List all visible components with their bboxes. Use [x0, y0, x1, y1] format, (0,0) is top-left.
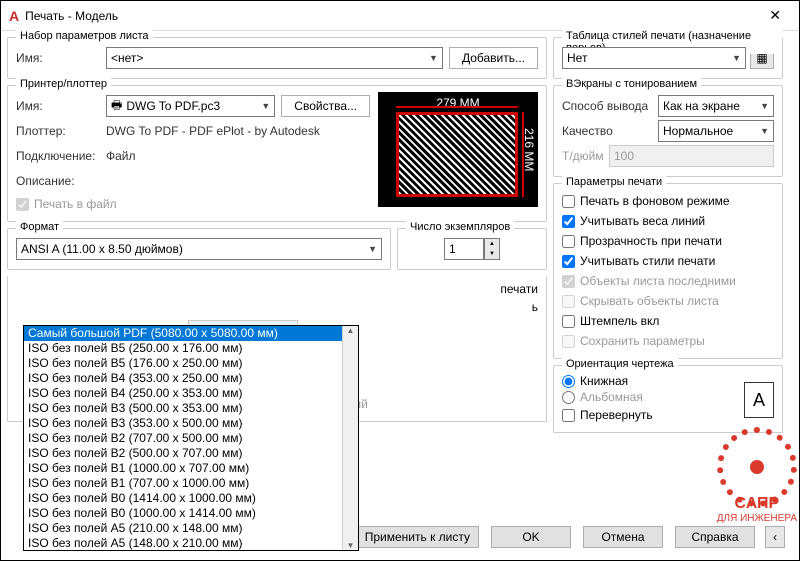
- paper-preview: 279 MM 216 MM: [378, 92, 538, 207]
- chevron-left-icon: ‹: [773, 530, 777, 544]
- plotter-value: DWG To PDF - PDF ePlot - by Autodesk: [106, 124, 320, 138]
- apply-to-layout-button[interactable]: Применить к листу: [356, 526, 479, 548]
- printer-properties-button[interactable]: Свойства...: [281, 95, 370, 117]
- plotter-label: Плоттер:: [16, 124, 106, 138]
- copies-group: Число экземпляров ▲▼: [397, 228, 547, 270]
- window-title: Печать - Модель: [25, 9, 759, 23]
- chevron-down-icon: ▼: [368, 244, 377, 254]
- close-icon[interactable]: ✕: [759, 3, 791, 28]
- page-setup-name-combo[interactable]: <нет>▼: [106, 47, 443, 69]
- dpi-label: Т/дюйм: [562, 149, 609, 163]
- orientation-group: Ориентация чертежа Книжная Альбомная Пер…: [553, 365, 783, 433]
- paper-size-option[interactable]: Самый большой PDF (5080.00 x 5080.00 мм): [24, 326, 358, 341]
- dpi-input: [609, 145, 774, 167]
- paper-size-option[interactable]: ISO без полей B5 (250.00 x 176.00 мм): [24, 341, 358, 356]
- printer-name-label: Имя:: [16, 99, 106, 113]
- transparency-checkbox[interactable]: [562, 235, 575, 248]
- paper-size-option[interactable]: ISO без полей A5 (210.00 x 148.00 мм): [24, 521, 358, 536]
- background-plot-checkbox[interactable]: [562, 195, 575, 208]
- page-setup-name-label: Имя:: [16, 51, 106, 65]
- plot-style-group: Таблица стилей печати (назначение перьев…: [553, 37, 783, 79]
- cancel-button[interactable]: Отмена: [583, 526, 663, 548]
- paper-size-option[interactable]: ISO без полей B3 (353.00 x 500.00 мм): [24, 416, 358, 431]
- quality-combo[interactable]: Нормальное▼: [658, 120, 774, 142]
- paper-size-option[interactable]: ISO без полей B1 (707.00 x 1000.00 мм): [24, 476, 358, 491]
- plot-styles-checkbox[interactable]: [562, 255, 575, 268]
- printer-name-combo[interactable]: 🖶 DWG To PDF.pc3▼: [106, 95, 275, 117]
- paper-size-option[interactable]: ISO без полей B0 (1000.00 x 1414.00 мм): [24, 506, 358, 521]
- paper-size-option[interactable]: ISO без полей A5 (148.00 x 210.00 мм): [24, 536, 358, 551]
- chevron-down-icon: ▼: [760, 101, 769, 111]
- paper-size-group: Формат ANSI A (11.00 x 8.50 дюймов)▼: [7, 228, 391, 270]
- plot-style-combo[interactable]: Нет▼: [562, 47, 746, 69]
- chevron-down-icon: ▼: [429, 53, 438, 63]
- copies-spinner[interactable]: ▲▼: [444, 238, 500, 260]
- paper-size-dropdown-list[interactable]: Самый большой PDF (5080.00 x 5080.00 мм)…: [23, 325, 359, 551]
- chevron-down-icon: ▼: [261, 101, 270, 111]
- app-logo-icon: A: [9, 8, 19, 24]
- paper-size-option[interactable]: ISO без полей B4 (353.00 x 250.00 мм): [24, 371, 358, 386]
- quality-label: Качество: [562, 124, 658, 138]
- expand-collapse-button[interactable]: ‹: [765, 526, 785, 548]
- plot-stamp-checkbox[interactable]: [562, 315, 575, 328]
- paperspace-last-checkbox: [562, 275, 575, 288]
- scrollbar[interactable]: [342, 326, 358, 550]
- save-changes-checkbox: [562, 335, 575, 348]
- spinner-down-icon[interactable]: ▼: [485, 249, 499, 259]
- printer-icon: 🖶: [111, 96, 122, 117]
- paper-size-option[interactable]: ISO без полей B0 (1414.00 x 1000.00 мм): [24, 491, 358, 506]
- paper-size-option[interactable]: ISO без полей B4 (250.00 x 353.00 мм): [24, 386, 358, 401]
- shade-mode-label: Способ вывода: [562, 99, 658, 113]
- plot-options-group: Параметры печати Печать в фоновом режиме…: [553, 183, 783, 359]
- shaded-viewport-group: ВЭкраны с тонированием Способ вывода Как…: [553, 85, 783, 177]
- ok-button[interactable]: OK: [491, 526, 571, 548]
- printer-group: Принтер/плоттер Имя: 🖶 DWG To PDF.pc3▼ С…: [7, 85, 547, 222]
- connection-label: Подключение:: [16, 149, 106, 163]
- add-page-setup-button[interactable]: Добавить...: [449, 47, 538, 69]
- paper-size-combo[interactable]: ANSI A (11.00 x 8.50 дюймов)▼: [16, 238, 382, 260]
- dialog-footer: Применить к листу OK Отмена Справка ‹: [350, 522, 785, 552]
- paper-size-option[interactable]: ISO без полей B2 (707.00 x 500.00 мм): [24, 431, 358, 446]
- print-to-file-checkbox: [16, 198, 29, 211]
- description-label: Описание:: [16, 174, 106, 188]
- chevron-down-icon: ▼: [732, 53, 741, 63]
- paper-size-option[interactable]: ISO без полей B5 (176.00 x 250.00 мм): [24, 356, 358, 371]
- print-to-file-label: Печать в файл: [34, 197, 117, 211]
- title-bar: A Печать - Модель ✕: [1, 1, 799, 31]
- shade-mode-combo[interactable]: Как на экране▼: [658, 95, 774, 117]
- help-button[interactable]: Справка: [675, 526, 755, 548]
- upside-down-checkbox[interactable]: [562, 409, 575, 422]
- paper-size-option[interactable]: ISO без полей B2 (500.00 x 707.00 мм): [24, 446, 358, 461]
- chevron-down-icon: ▼: [760, 126, 769, 136]
- hide-paperspace-checkbox: [562, 295, 575, 308]
- orientation-icon: [744, 382, 774, 418]
- spinner-up-icon[interactable]: ▲: [485, 239, 499, 249]
- landscape-radio[interactable]: [562, 391, 575, 404]
- page-setup-group: Набор параметров листа Имя: <нет>▼ Добав…: [7, 37, 547, 79]
- paper-size-option[interactable]: ISO без полей B1 (1000.00 x 707.00 мм): [24, 461, 358, 476]
- connection-value: Файл: [106, 149, 136, 163]
- paper-size-option[interactable]: ISO без полей B3 (500.00 x 353.00 мм): [24, 401, 358, 416]
- lineweights-checkbox[interactable]: [562, 215, 575, 228]
- portrait-radio[interactable]: [562, 375, 575, 388]
- copies-input[interactable]: [444, 238, 484, 260]
